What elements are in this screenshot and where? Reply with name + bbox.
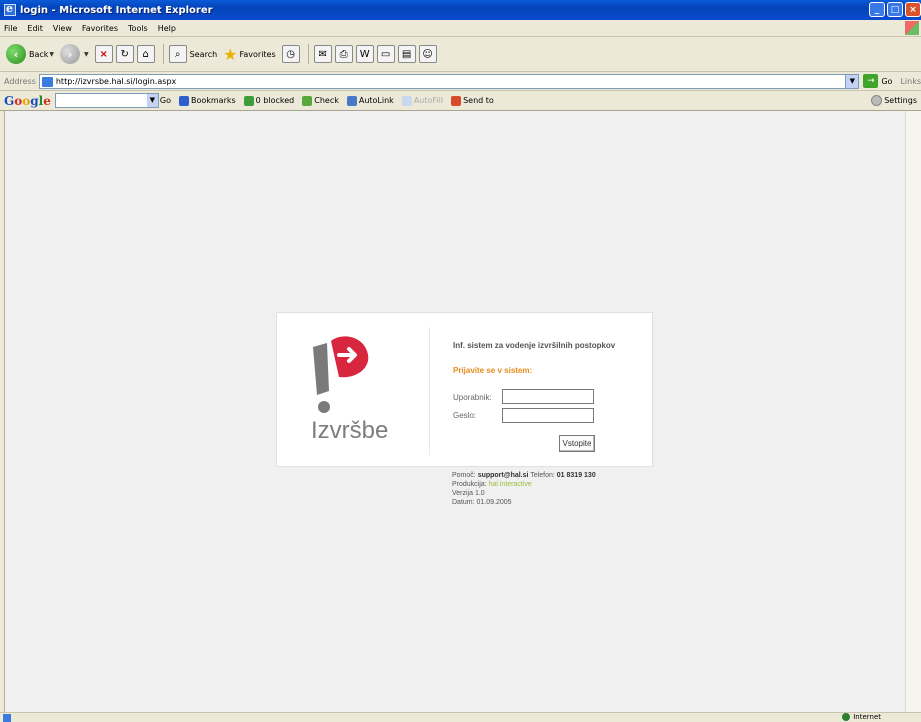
- address-bar: Address http://izvrsbe.hal.si/login.aspx…: [0, 72, 921, 91]
- menu-help[interactable]: Help: [158, 24, 176, 33]
- address-input[interactable]: http://izvrsbe.hal.si/login.aspx ▼: [38, 73, 860, 89]
- izvrsbe-logo-icon: [313, 336, 369, 413]
- favorites-button[interactable]: ★ Favorites: [223, 45, 275, 64]
- username-label: Uporabnik:: [453, 393, 492, 402]
- research-icon[interactable]: ▤: [397, 45, 416, 63]
- internet-globe-icon: [842, 713, 851, 721]
- menu-file[interactable]: File: [4, 24, 17, 33]
- close-button[interactable]: ×: [905, 2, 921, 17]
- autolink-button[interactable]: AutoLink: [346, 95, 394, 106]
- standard-toolbar: ‹ Back ▼ › ▼ × ↻ ⌂ ⌕ Search ★ Favorites …: [0, 37, 921, 72]
- phone-number: 01 8319 130: [556, 472, 596, 479]
- search-button[interactable]: ⌕ Search: [168, 45, 218, 63]
- date-line: Datum: 01.09.2005: [452, 499, 512, 506]
- maximize-button[interactable]: □: [887, 2, 903, 17]
- autolink-icon: [346, 95, 357, 106]
- address-url: http://izvrsbe.hal.si/login.aspx: [55, 76, 177, 86]
- page-content: Izvršbe Inf. sistem za vodenje izvršilni…: [4, 111, 905, 712]
- address-label: Address: [4, 76, 36, 86]
- folder-icon[interactable]: ▭: [376, 45, 395, 63]
- google-search-dropdown-icon[interactable]: ▼: [146, 94, 158, 107]
- version-line: Verzija 1.0: [452, 490, 485, 497]
- mail-icon[interactable]: ✉: [313, 45, 332, 63]
- menu-favorites[interactable]: Favorites: [82, 24, 118, 33]
- menu-edit[interactable]: Edit: [27, 24, 43, 33]
- print-icon[interactable]: ⎙: [334, 45, 353, 63]
- help-line: Pomoč: support@hal.si Telefon: 01 8319 1…: [452, 472, 596, 479]
- help-email-link[interactable]: support@hal.si: [478, 472, 529, 479]
- back-button[interactable]: ‹ Back ▼: [6, 44, 54, 64]
- status-bar: Internet: [0, 712, 921, 722]
- footer-info: Pomoč: support@hal.si Telefon: 01 8319 1…: [452, 471, 596, 507]
- google-go-button[interactable]: Go: [160, 96, 171, 105]
- password-label: Geslo:: [453, 411, 477, 420]
- menu-view[interactable]: View: [53, 24, 72, 33]
- toolbar-separator: [307, 44, 309, 64]
- forward-dropdown-icon[interactable]: ▼: [84, 51, 89, 58]
- production-line: Produkcija: hal interactive: [452, 481, 532, 488]
- go-arrow-icon: →: [863, 74, 879, 88]
- security-zone: Internet: [842, 713, 881, 721]
- go-button[interactable]: → Go: [863, 74, 892, 88]
- menu-tools[interactable]: Tools: [128, 24, 148, 33]
- star-icon: [178, 95, 189, 106]
- card-divider: [429, 327, 430, 455]
- search-icon: ⌕: [168, 45, 187, 63]
- title-bar: login - Microsoft Internet Explorer _ □ …: [0, 0, 921, 20]
- ie-icon: [4, 2, 16, 16]
- username-input[interactable]: [502, 389, 594, 404]
- page-icon: [41, 76, 53, 87]
- popup-blocker-button[interactable]: 0 blocked: [243, 95, 294, 106]
- toolbar-separator: [162, 44, 164, 64]
- back-arrow-icon: ‹: [6, 44, 26, 64]
- google-search-input[interactable]: ▼: [54, 93, 159, 108]
- autofill-button[interactable]: AutoFill: [401, 95, 443, 106]
- window-title: login - Microsoft Internet Explorer: [20, 4, 213, 16]
- popup-blocker-icon: [243, 95, 254, 106]
- back-label: Back: [29, 49, 49, 59]
- password-input[interactable]: [502, 408, 594, 423]
- back-dropdown-icon[interactable]: ▼: [49, 51, 54, 58]
- home-icon[interactable]: ⌂: [136, 45, 155, 63]
- links-label[interactable]: Links: [900, 77, 921, 86]
- producer-link[interactable]: hal interactive: [489, 481, 532, 488]
- login-card: Izvršbe Inf. sistem za vodenje izvršilni…: [276, 312, 653, 467]
- status-page-icon: [3, 713, 11, 722]
- vertical-scrollbar[interactable]: [905, 111, 921, 712]
- spell-check-button[interactable]: Check: [302, 95, 339, 106]
- forward-arrow-icon: ›: [60, 44, 81, 64]
- check-icon: [302, 95, 313, 106]
- forward-button[interactable]: › ▼: [60, 44, 89, 64]
- favorites-label: Favorites: [239, 49, 276, 59]
- edit-word-icon[interactable]: W: [355, 45, 374, 63]
- send-to-button[interactable]: Send to: [451, 95, 494, 106]
- google-logo[interactable]: Google: [4, 94, 51, 108]
- window-controls: _ □ ×: [869, 2, 921, 17]
- settings-icon: [871, 95, 883, 106]
- system-title: Inf. sistem za vodenje izvršilnih postop…: [453, 341, 616, 350]
- favorites-star-icon: ★: [223, 44, 238, 64]
- login-prompt: Prijavite se v sistem:: [453, 366, 533, 375]
- autofill-icon: [401, 95, 412, 106]
- minimize-button[interactable]: _: [869, 2, 885, 17]
- logo-wordmark: Izvršbe: [311, 417, 389, 444]
- search-label: Search: [189, 49, 218, 59]
- google-bookmarks-button[interactable]: Bookmarks: [178, 95, 236, 106]
- history-icon[interactable]: ◷: [281, 45, 300, 63]
- go-label: Go: [881, 76, 893, 86]
- stop-icon[interactable]: ×: [94, 45, 113, 63]
- zone-label: Internet: [853, 713, 881, 721]
- login-submit-button[interactable]: Vstopite: [559, 435, 595, 452]
- google-settings-button[interactable]: Settings: [871, 95, 917, 106]
- google-toolbar: Google ▼ Go Bookmarks 0 blocked Check Au…: [0, 91, 921, 111]
- address-dropdown-icon[interactable]: ▼: [845, 74, 859, 88]
- menu-bar: File Edit View Favorites Tools Help: [0, 20, 921, 37]
- windows-logo-icon: [905, 21, 919, 35]
- messenger-icon[interactable]: ☺: [418, 45, 437, 63]
- send-to-icon: [451, 95, 462, 106]
- refresh-icon[interactable]: ↻: [115, 45, 134, 63]
